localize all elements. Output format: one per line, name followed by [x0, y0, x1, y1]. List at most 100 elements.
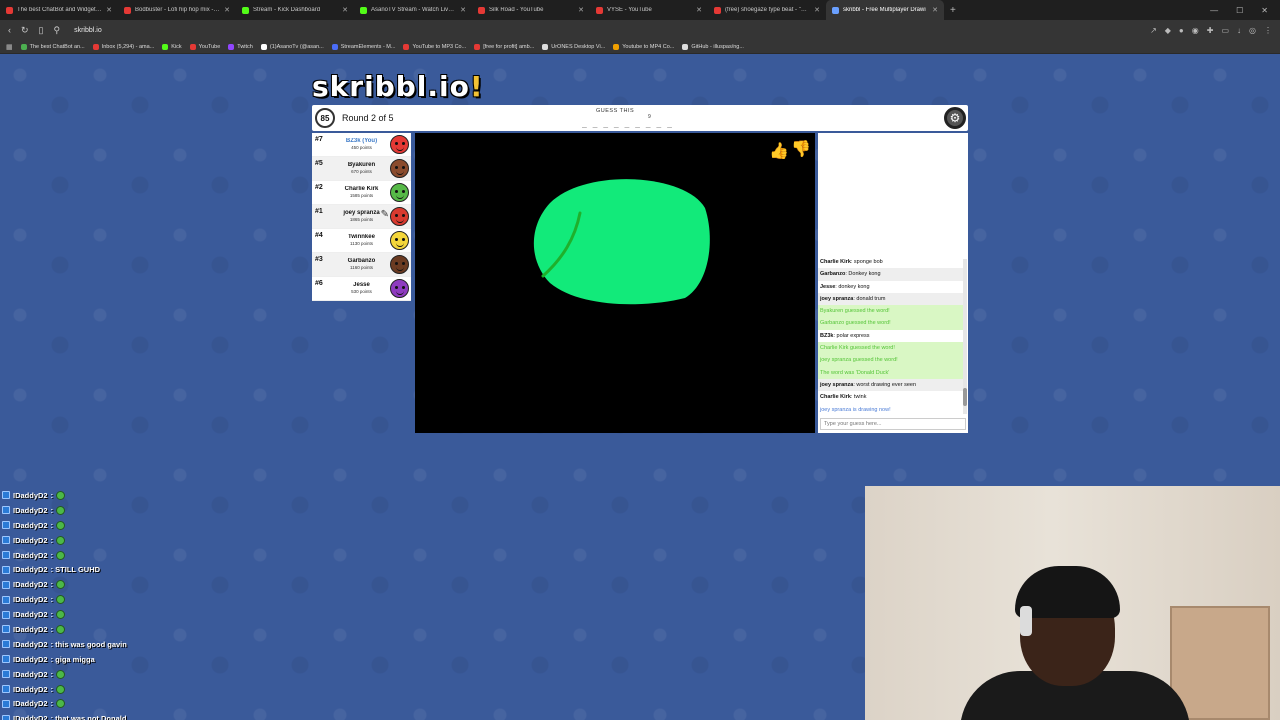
bookmark-item[interactable]: GitHub - illuspas/ng... [682, 43, 744, 50]
stream-chat-line: IDaddyD2 : [0, 518, 200, 533]
address-bar[interactable]: skribbl.io [74, 27, 102, 34]
subscriber-badge-icon [2, 640, 10, 649]
tab-close-icon[interactable]: ✕ [578, 6, 584, 14]
player-row[interactable]: #1 joey spranza 1865 points ✎ [312, 205, 411, 229]
stream-chat-text: : [50, 624, 54, 634]
chat-text: Charlie Kirk guessed the word! [820, 345, 895, 352]
extension-icon[interactable]: ● [1179, 26, 1184, 35]
stream-chat-line: IDaddyD2 : [0, 622, 200, 637]
browser-tab[interactable]: The best ChatBot and Widgets for Kick ✕ [0, 0, 118, 20]
chat-text: sponge bob [852, 259, 883, 265]
share-icon[interactable]: ↗ [1150, 26, 1157, 35]
tab-close-icon[interactable]: ✕ [224, 6, 230, 14]
maximize-icon[interactable]: ☐ [1236, 6, 1243, 15]
tab-close-icon[interactable]: ✕ [696, 6, 702, 14]
browser-tab[interactable]: VYSE - YouTube ✕ [590, 0, 708, 20]
close-window-icon[interactable]: ✕ [1261, 6, 1268, 15]
settings-gear-icon[interactable]: ⚙ [944, 107, 966, 129]
back-icon[interactable]: ‹ [8, 25, 11, 35]
extensions-puzzle-icon[interactable]: ✚ [1207, 26, 1214, 35]
stream-chat-text: : this was good gavin [50, 639, 127, 649]
thumbs-down-icon[interactable]: 👎 [791, 139, 811, 159]
chat-text: polar express [834, 332, 870, 339]
bookmark-item[interactable]: StreamElements - M... [331, 43, 396, 50]
minimize-icon[interactable]: — [1210, 6, 1218, 15]
bookmark-item[interactable]: UrONES Desktop Vi... [542, 43, 605, 50]
chat-text: joey spranza guessed the word! [820, 357, 898, 364]
tab-favicon-icon [360, 6, 367, 14]
browser-tab[interactable]: Bodbuster - Lofi hip hop mix - 6... ✕ [118, 0, 236, 20]
player-row[interactable]: #7 BZ3k (You) 450 points [312, 133, 411, 157]
extension-icon[interactable]: ◉ [1192, 26, 1199, 35]
tab-close-icon[interactable]: ✕ [932, 6, 938, 14]
bookmark-label: StreamElements - M... [340, 43, 396, 50]
sidebar-icon[interactable]: ▭ [1221, 26, 1229, 35]
stream-chat-user: IDaddyD2 [13, 565, 48, 575]
chat-message: joey spranza: donald trum [818, 292, 963, 306]
bookmark-item[interactable]: (1)AsanoTv (@asan... [260, 43, 324, 50]
extension-icon[interactable]: ◆ [1165, 26, 1171, 35]
subscriber-badge-icon [2, 506, 10, 515]
reload-icon[interactable]: ↻ [21, 25, 29, 36]
bookmark-item[interactable]: YouTube to MP3 Co... [403, 43, 467, 50]
player-points: 1585 points [349, 193, 374, 198]
pepe-emote-icon [56, 520, 66, 530]
bookmark-item[interactable]: YouTube [189, 43, 220, 50]
player-row[interactable]: #3 Garbanzo 1160 points [312, 253, 411, 277]
player-row[interactable]: #2 Charlie Kirk 1585 points [312, 181, 411, 205]
download-icon[interactable]: ↓ [1237, 26, 1241, 35]
chat-message: Jesse: donkey kong [818, 281, 963, 293]
new-tab-icon[interactable]: + [944, 5, 962, 16]
chat-text: donkey kong [836, 283, 870, 290]
pepe-emote-icon [56, 505, 66, 515]
tab-close-icon[interactable]: ✕ [342, 6, 348, 14]
stream-chat-text: : [50, 580, 54, 590]
logo-text: skribbl.io [312, 70, 470, 103]
bookmark-item[interactable]: The best ChatBot an... [20, 43, 85, 50]
guess-input[interactable] [820, 418, 966, 430]
bookmark-label: Twitch [237, 43, 253, 50]
thumbs-up-icon[interactable]: 👍 [769, 141, 789, 161]
browser-tab[interactable]: Silk Road - YouTube ✕ [472, 0, 590, 20]
pepe-emote-icon [56, 490, 66, 500]
stream-chat-user: IDaddyD2 [13, 624, 48, 634]
tab-title: (free) shoegaze type beat - "Abandc [725, 7, 810, 13]
bookmark-page-icon[interactable]: ▯ [39, 25, 44, 36]
player-row[interactable]: #5 Byakuren 670 points [312, 157, 411, 181]
round-indicator: Round 2 of 5 [342, 113, 394, 123]
apps-grid-icon[interactable]: ▦ [6, 43, 13, 51]
bookmark-item[interactable]: [free for profit] amb... [474, 43, 534, 50]
player-row[interactable]: #4 Twinnkee 1130 points [312, 229, 411, 253]
bookmark-favicon-icon [682, 43, 689, 50]
webcam-feed [865, 486, 1280, 720]
stream-chat-text: : giga migga [50, 654, 95, 664]
stream-chat-user: IDaddyD2 [13, 714, 48, 720]
bookmark-item[interactable]: Kick [162, 43, 182, 50]
bookmark-label: YouTube to MP3 Co... [412, 43, 467, 50]
player-row[interactable]: #6 Jesse 530 points [312, 277, 411, 301]
browser-tab[interactable]: Stream - Kick Dashboard ✕ [236, 0, 354, 20]
tab-close-icon[interactable]: ✕ [106, 6, 112, 14]
timer-value: 85 [320, 113, 330, 123]
profile-icon[interactable]: ◎ [1249, 26, 1256, 35]
player-avatar [390, 231, 409, 250]
browser-tab[interactable]: (free) shoegaze type beat - "Abandc ✕ [708, 0, 826, 20]
bookmark-item[interactable]: Inbox (5,294) - ama... [92, 43, 154, 50]
stream-chat-user: IDaddyD2 [13, 520, 48, 530]
chat-user: BZ3k [820, 332, 834, 339]
site-info-icon[interactable]: ⚲ [54, 25, 61, 36]
player-avatar [390, 207, 409, 226]
bookmark-label: GitHub - illuspas/ng... [691, 43, 744, 50]
stream-chat-text: : [50, 490, 54, 500]
tab-close-icon[interactable]: ✕ [814, 6, 820, 14]
menu-icon[interactable]: ⋮ [1264, 26, 1272, 35]
bookmark-item[interactable]: Twitch [228, 43, 253, 50]
drawing-canvas[interactable]: 👍 👎 [415, 133, 815, 433]
chat-scrollbar[interactable] [963, 259, 967, 414]
bookmark-item[interactable]: Youtube to MP4 Co... [613, 43, 675, 50]
browser-tab[interactable]: skribbl - Free Multiplayer Drawi ✕ [826, 0, 944, 20]
bookmark-favicon-icon [542, 43, 549, 50]
tab-close-icon[interactable]: ✕ [460, 6, 466, 14]
bookmark-label: Youtube to MP4 Co... [622, 43, 675, 50]
browser-tab[interactable]: AsanoTV Stream - Watch Live on Kick ✕ [354, 0, 472, 20]
